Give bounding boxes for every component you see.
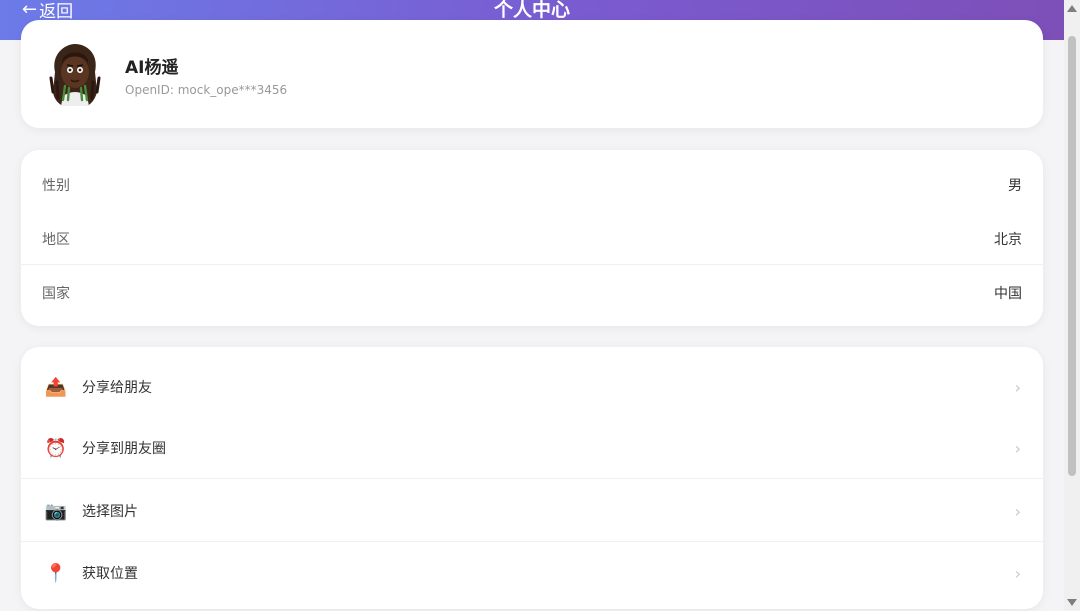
get-location-item[interactable]: 📍 获取位置 › bbox=[21, 542, 1043, 604]
info-card: 性别 男 地区 北京 国家 中国 bbox=[21, 150, 1043, 326]
profile-card: AI杨遥 OpenID: mock_ope***3456 bbox=[21, 20, 1043, 128]
share-icon: 📤 bbox=[44, 376, 68, 398]
gender-label: 性别 bbox=[42, 178, 70, 194]
actions-card: 📤 分享给朋友 › ⏰ 分享到朋友圈 › 📷 选择图片 › 📍 获取位置 › bbox=[21, 347, 1043, 609]
region-row: 地区 北京 bbox=[21, 212, 1043, 266]
page-title: 个人中心 bbox=[493, 0, 570, 21]
choose-image-label: 选择图片 bbox=[82, 504, 138, 520]
choose-image-item[interactable]: 📷 选择图片 › bbox=[21, 480, 1043, 542]
scrollbar-thumb[interactable] bbox=[1068, 36, 1076, 476]
country-value: 中国 bbox=[994, 286, 1022, 302]
country-row: 国家 中国 bbox=[21, 266, 1043, 320]
profile-name: AI杨遥 bbox=[125, 58, 179, 78]
chevron-right-icon: › bbox=[1014, 438, 1021, 458]
share-to-moments-item[interactable]: ⏰ 分享到朋友圈 › bbox=[21, 417, 1043, 479]
scroll-down-arrow-icon[interactable] bbox=[1067, 599, 1077, 606]
share-to-moments-label: 分享到朋友圈 bbox=[82, 441, 166, 457]
profile-openid: OpenID: mock_ope***3456 bbox=[125, 83, 288, 97]
alarm-clock-icon: ⏰ bbox=[44, 437, 68, 459]
gender-row: 性别 男 bbox=[21, 158, 1043, 212]
gender-value: 男 bbox=[1008, 178, 1022, 194]
camera-icon: 📷 bbox=[44, 500, 68, 522]
share-to-friend-item[interactable]: 📤 分享给朋友 › bbox=[21, 356, 1043, 418]
avatar-image bbox=[49, 44, 101, 106]
vertical-scrollbar[interactable] bbox=[1064, 0, 1080, 611]
chevron-right-icon: › bbox=[1014, 377, 1021, 397]
country-label: 国家 bbox=[42, 286, 70, 302]
scroll-up-arrow-icon[interactable] bbox=[1067, 5, 1077, 12]
get-location-label: 获取位置 bbox=[82, 566, 138, 582]
share-to-friend-label: 分享给朋友 bbox=[82, 380, 152, 396]
divider bbox=[21, 264, 1043, 265]
avatar[interactable] bbox=[45, 42, 105, 108]
region-value: 北京 bbox=[994, 232, 1022, 248]
chevron-right-icon: › bbox=[1014, 501, 1021, 521]
region-label: 地区 bbox=[42, 232, 70, 248]
location-pin-icon: 📍 bbox=[44, 562, 68, 584]
chevron-right-icon: › bbox=[1014, 563, 1021, 583]
divider bbox=[21, 478, 1043, 479]
